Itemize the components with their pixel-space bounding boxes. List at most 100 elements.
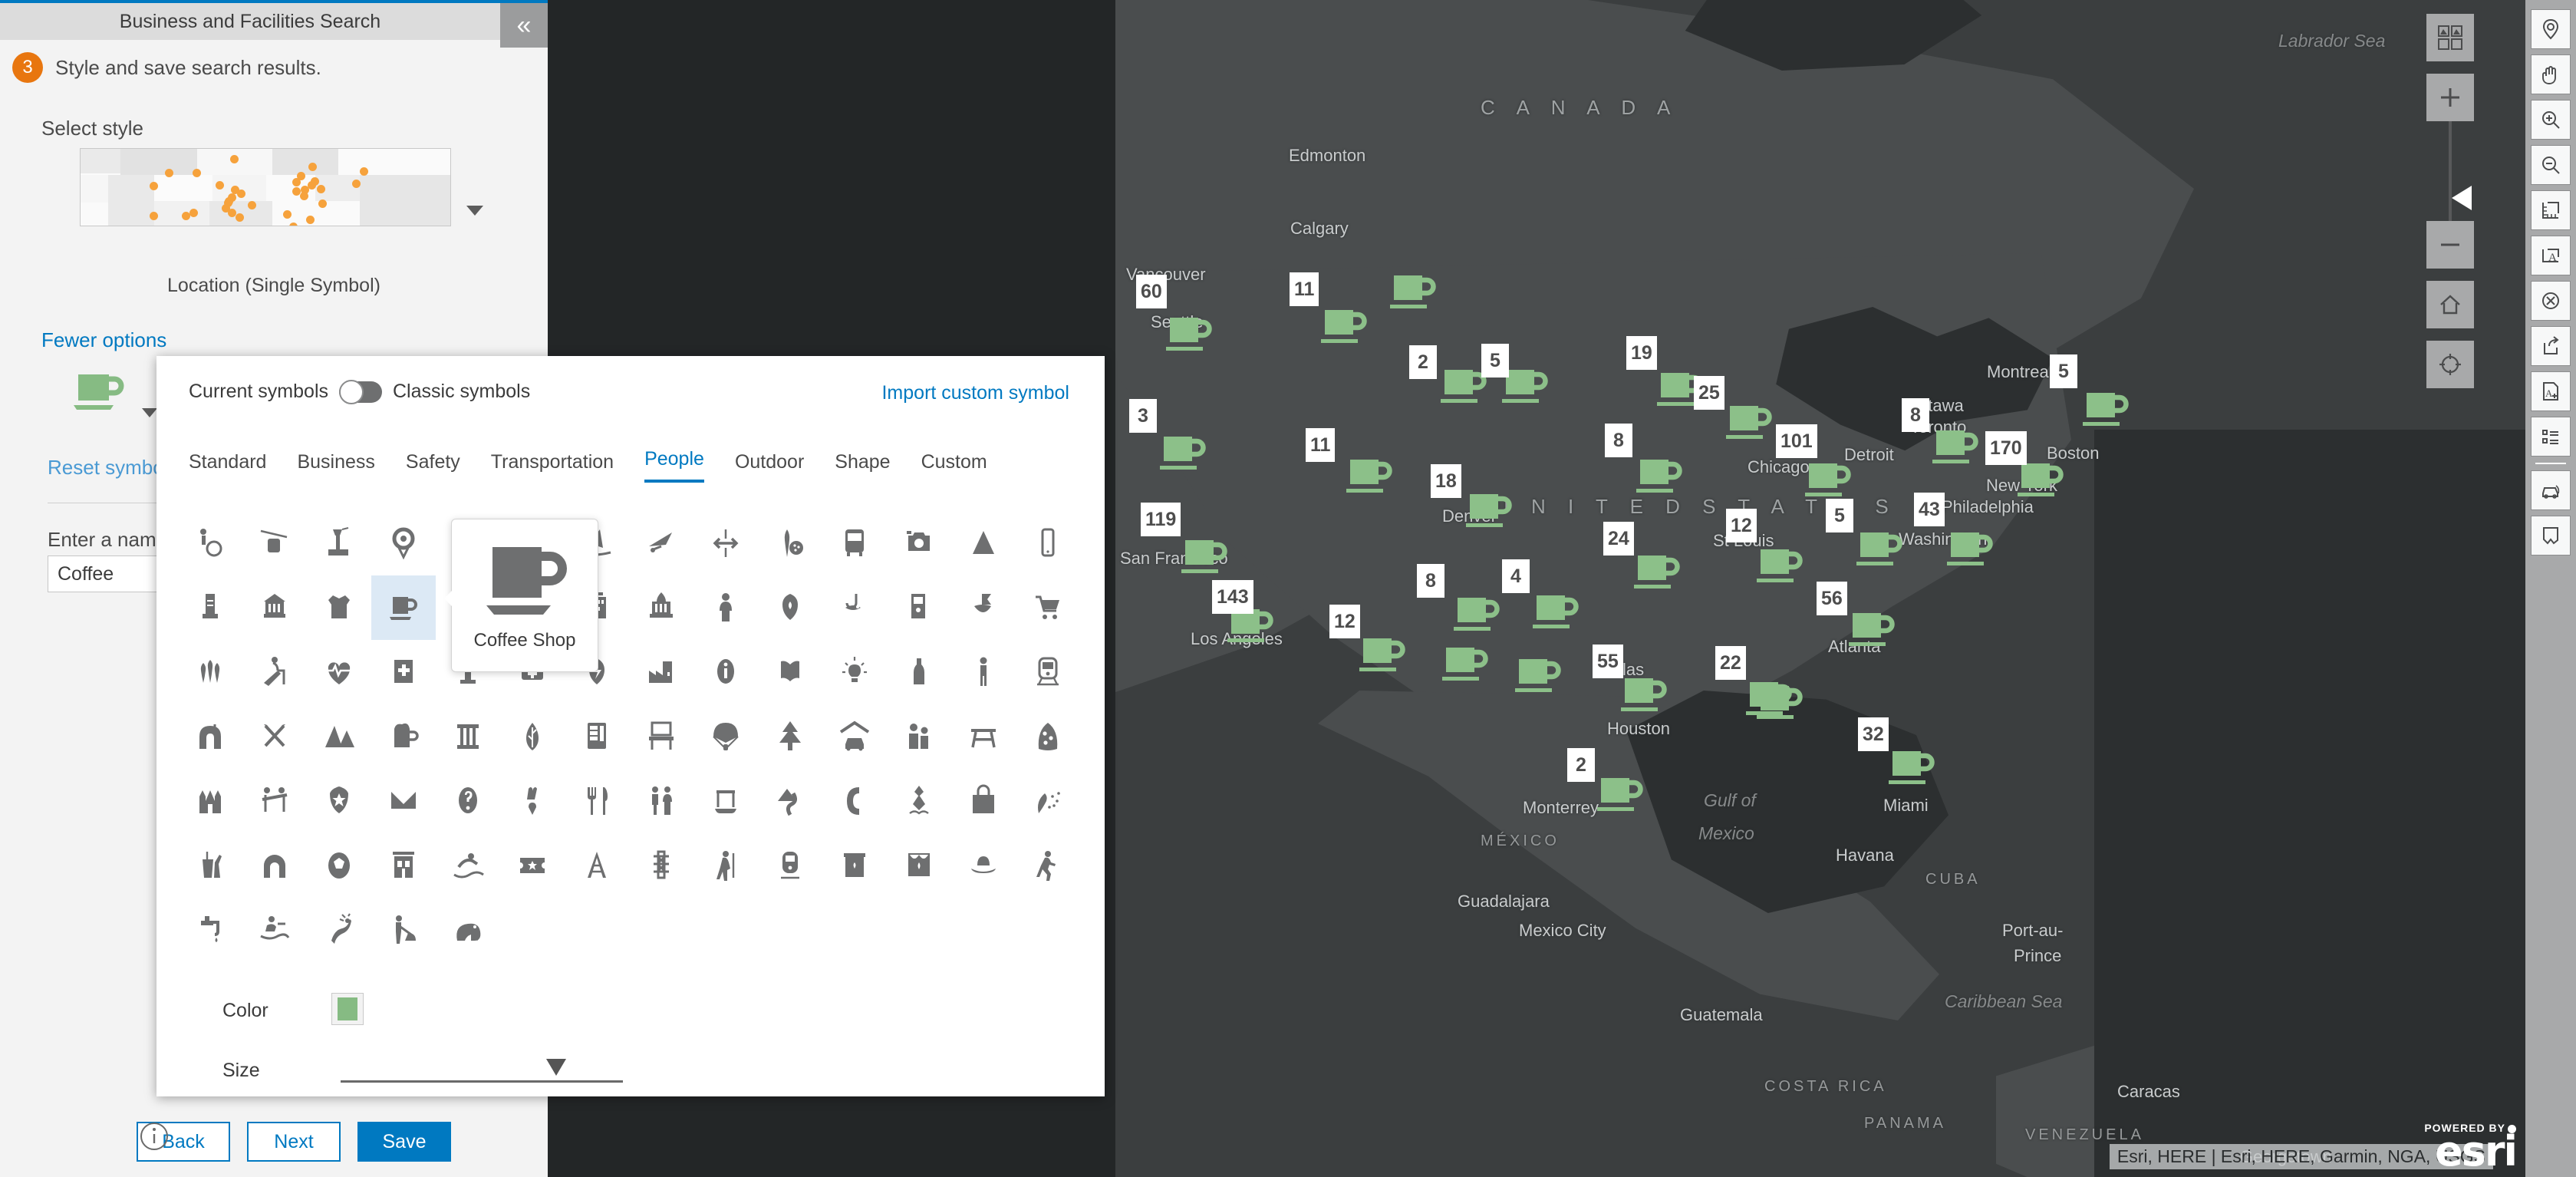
symbol-dropdown-caret[interactable] [142, 408, 157, 417]
deer-icon[interactable] [307, 898, 371, 962]
bowling-pins-icon[interactable] [178, 640, 242, 704]
hospital-icon[interactable] [371, 640, 436, 704]
map-marker-coffee-cup[interactable] [1856, 529, 1904, 574]
map-marker-coffee-cup[interactable] [1442, 645, 1490, 689]
tent-icon[interactable] [951, 511, 1016, 575]
symbol-icon-grid[interactable] [178, 511, 1083, 962]
map-cluster-count[interactable]: 25 [1694, 376, 1724, 410]
air-traffic-control-tower-icon[interactable] [307, 511, 371, 575]
swimmer-icon[interactable] [436, 833, 500, 898]
zoom-in-magnifier-icon[interactable] [2531, 100, 2571, 140]
easel-icon[interactable] [629, 704, 693, 769]
color-swatch-button[interactable] [331, 993, 364, 1025]
shopping-cart-icon[interactable] [1016, 575, 1080, 640]
map-cluster-count[interactable]: 11 [1306, 428, 1335, 462]
import-custom-symbol-link[interactable]: Import custom symbol [881, 382, 1069, 404]
pizza-slice-icon[interactable] [1016, 704, 1080, 769]
map-marker-coffee-cup[interactable] [1346, 457, 1394, 501]
two-way-arrow-icon[interactable] [693, 511, 758, 575]
mountains-icon[interactable] [307, 704, 371, 769]
text-annotation-icon[interactable]: A [2531, 236, 2571, 275]
style-dropdown-caret[interactable] [466, 206, 483, 216]
zoom-in-icon[interactable] [2426, 74, 2474, 121]
map-marker-coffee-cup[interactable] [1889, 748, 1936, 793]
map-marker-coffee-cup[interactable] [1757, 546, 1804, 591]
person-standing-icon[interactable] [951, 640, 1016, 704]
map-cluster-count[interactable]: 19 [1626, 336, 1657, 370]
ferris-wheel-icon[interactable] [371, 511, 436, 575]
next-button[interactable]: Next [247, 1122, 341, 1162]
share-export-icon[interactable] [2531, 326, 2571, 366]
pine-tree-icon[interactable] [758, 704, 822, 769]
walking-icon[interactable] [1016, 833, 1080, 898]
clear-selection-icon[interactable] [2531, 281, 2571, 321]
map-marker-coffee-cup[interactable] [1166, 315, 1214, 359]
tab-shape[interactable]: Shape [835, 451, 890, 483]
map-marker-coffee-cup[interactable] [1515, 656, 1563, 701]
river-mountain-icon[interactable] [758, 769, 822, 833]
bowling-icon[interactable] [758, 511, 822, 575]
wine-bottle-icon[interactable] [887, 640, 951, 704]
chevron-double-left-icon[interactable]: « [500, 3, 548, 48]
elephant-icon[interactable] [436, 898, 500, 962]
tab-business[interactable]: Business [297, 451, 374, 483]
size-slider-track[interactable] [341, 1080, 623, 1083]
coffee-cup-selected-icon[interactable] [371, 575, 436, 640]
map-marker-coffee-cup[interactable] [1947, 529, 1995, 574]
hang-glider-icon[interactable] [629, 511, 693, 575]
round-roof-icon[interactable] [242, 833, 307, 898]
light-bulb-icon[interactable] [822, 640, 887, 704]
drive-time-icon[interactable] [2531, 470, 2571, 510]
map-cluster-count[interactable]: 2 [1409, 345, 1437, 379]
camera-icon[interactable] [887, 511, 951, 575]
picnic-table-icon[interactable] [951, 704, 1016, 769]
map-marker-coffee-cup[interactable] [1726, 403, 1774, 447]
map-cluster-count[interactable]: 12 [1726, 509, 1757, 542]
map-cluster-count[interactable]: 60 [1136, 275, 1167, 308]
capitol-building-icon[interactable] [629, 575, 693, 640]
basemap-gallery-icon[interactable] [2426, 14, 2474, 61]
map-cluster-count[interactable]: 8 [1605, 424, 1632, 457]
poplar-tree-icon[interactable] [500, 704, 565, 769]
map-marker-coffee-cup[interactable] [1757, 683, 1804, 727]
information-icon[interactable] [693, 640, 758, 704]
trash-bin-icon[interactable] [822, 833, 887, 898]
zoom-slider-handle[interactable] [2452, 186, 2472, 210]
map-marker-coffee-cup[interactable] [1533, 592, 1580, 637]
restaurant-icon[interactable] [565, 769, 629, 833]
map-cluster-count[interactable]: 119 [1141, 503, 1181, 536]
map-marker-coffee-cup[interactable] [1321, 307, 1369, 351]
tab-outdoor[interactable]: Outdoor [735, 451, 804, 483]
map-cluster-count[interactable]: 11 [1290, 272, 1319, 306]
map-marker-coffee-cup[interactable] [1621, 675, 1668, 720]
woman-icon[interactable] [693, 575, 758, 640]
info-circle-icon[interactable] [138, 1120, 170, 1156]
reset-symbol-link[interactable]: Reset symbol [48, 456, 169, 480]
radio-tower-icon[interactable] [565, 833, 629, 898]
classical-column-icon[interactable] [436, 704, 500, 769]
style-thumbnail[interactable] [80, 148, 451, 226]
golf-flag-icon[interactable] [951, 575, 1016, 640]
map-cluster-count[interactable]: 3 [1129, 399, 1157, 433]
map-marker-coffee-cup[interactable] [1597, 775, 1645, 819]
map-marker-coffee-cup[interactable] [2018, 460, 2065, 505]
person-digging-icon[interactable] [371, 898, 436, 962]
map-marker-coffee-cup[interactable] [1849, 610, 1896, 654]
symbol-set-toggle[interactable] [339, 381, 382, 403]
map-cluster-count[interactable]: 8 [1417, 564, 1444, 598]
symbol-preview[interactable] [74, 370, 126, 421]
fast-food-icon[interactable] [178, 833, 242, 898]
legend-list-icon[interactable] [2531, 417, 2571, 457]
police-shield-icon[interactable] [307, 769, 371, 833]
heartbeat-icon[interactable] [307, 640, 371, 704]
map-cluster-count[interactable]: 5 [1826, 499, 1853, 532]
water-faucet-icon[interactable] [178, 898, 242, 962]
castle-icon[interactable] [178, 769, 242, 833]
map-cluster-count[interactable]: 5 [2050, 354, 2077, 388]
zoom-out-icon[interactable] [2426, 221, 2474, 269]
playground-icon[interactable] [242, 769, 307, 833]
fewer-options-link[interactable]: Fewer options [41, 328, 166, 352]
size-slider-thumb[interactable] [546, 1059, 566, 1076]
map-cluster-count[interactable]: 8 [1902, 398, 1929, 432]
transmission-tower-icon[interactable] [629, 833, 693, 898]
